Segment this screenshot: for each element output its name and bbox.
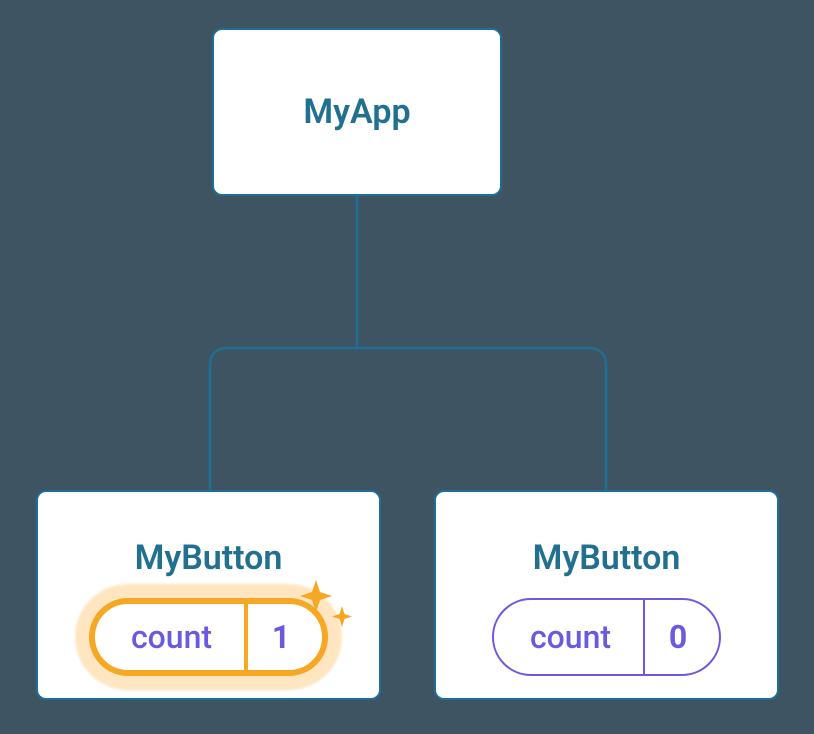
component-tree-diagram: MyApp MyButton count 1 MyButton count 0 (0, 0, 814, 734)
tree-node-child-1: MyButton count 0 (434, 490, 779, 700)
state-key: count (494, 600, 645, 674)
child-component-label: MyButton (533, 538, 681, 578)
state-value: 0 (645, 600, 719, 674)
state-pill: count 0 (492, 598, 721, 676)
sparkle-icon (294, 572, 364, 642)
state-pill: count 1 (89, 598, 328, 676)
root-component-label: MyApp (303, 92, 410, 132)
tree-node-root: MyApp (212, 28, 502, 196)
tree-node-child-0: MyButton count 1 (36, 490, 381, 700)
state-pill-highlighted: count 1 (89, 598, 328, 676)
state-pill-plain: count 0 (492, 598, 721, 676)
state-key: count (95, 604, 248, 670)
child-component-label: MyButton (135, 538, 283, 578)
